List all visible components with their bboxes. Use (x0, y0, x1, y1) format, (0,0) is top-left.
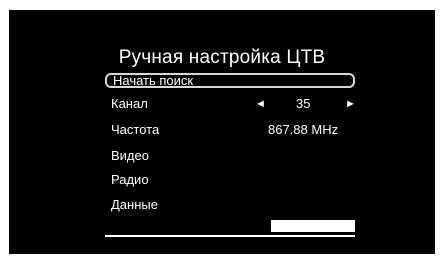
data-label: Данные (111, 197, 158, 212)
channel-value: 35 (296, 96, 311, 111)
start-search-label: Начать поиск (113, 73, 194, 88)
menu-title: Ручная настройка ЦТВ (118, 47, 326, 68)
arrow-right-icon[interactable]: ► (345, 95, 356, 113)
start-search-item[interactable]: Начать поиск (105, 73, 355, 88)
channel-item[interactable]: Канал ◄ 35 ► (105, 95, 356, 113)
radio-label: Радио (111, 172, 149, 187)
data-item[interactable]: Данные (105, 196, 355, 214)
video-item[interactable]: Видео (105, 147, 355, 165)
progress-line (105, 235, 355, 237)
frequency-item[interactable]: Частота 867.88 MHz (105, 121, 355, 139)
arrow-left-icon[interactable]: ◄ (255, 95, 266, 113)
frequency-label: Частота (111, 122, 160, 137)
video-label: Видео (111, 148, 149, 163)
signal-box (271, 220, 355, 232)
channel-label: Канал (111, 96, 148, 111)
tv-screen: Ручная настройка ЦТВ Начать поиск Канал … (9, 10, 435, 254)
frequency-value: 867.88 MHz (268, 122, 339, 137)
radio-item[interactable]: Радио (105, 171, 355, 189)
